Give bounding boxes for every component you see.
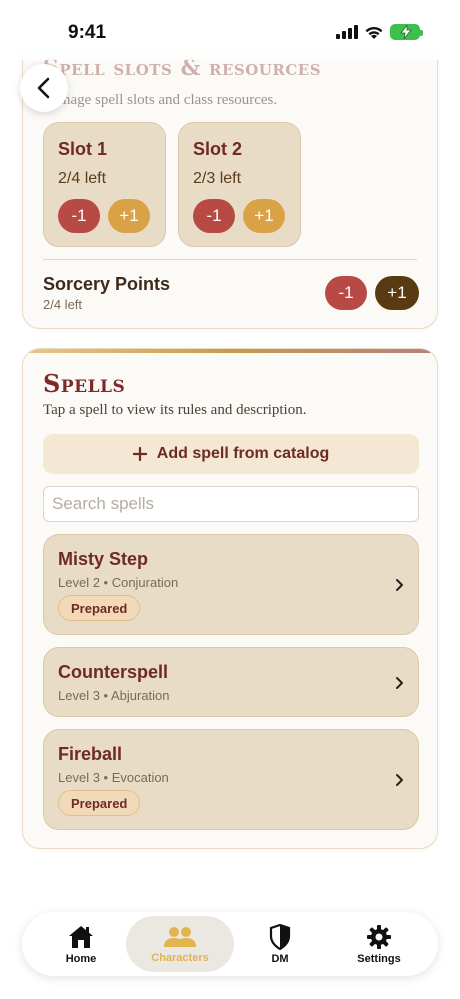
- slot-2-decrement-button[interactable]: -1: [193, 199, 235, 233]
- slot-name: Slot 2: [193, 139, 243, 159]
- battery-icon: [390, 24, 423, 40]
- slot-2-increment-button[interactable]: +1: [243, 199, 285, 233]
- slot-1-decrement-button[interactable]: -1: [58, 199, 100, 233]
- back-button[interactable]: [20, 64, 68, 112]
- resource-name: Sorcery Points: [43, 274, 171, 294]
- gear-icon: [367, 924, 391, 949]
- sorcery-points-increment-button[interactable]: +1: [375, 276, 419, 310]
- spell-item-fireball[interactable]: Fireball Level 3 • Evocation Prepared: [43, 729, 419, 830]
- spells-card: Spells Tap a spell to view its rules and…: [22, 348, 438, 849]
- slot-2-box: Slot 2 2/3 left -1 +1: [178, 122, 301, 247]
- spell-slots-card: Spell slots & resources Manage spell slo…: [22, 40, 438, 329]
- add-spell-label: Add spell from catalog: [156, 445, 330, 462]
- slot-remaining: 2/4 left: [58, 170, 107, 187]
- tab-characters[interactable]: Characters: [126, 916, 234, 972]
- spell-name: Fireball: [58, 744, 123, 764]
- slot-remaining: 2/3 left: [193, 170, 242, 187]
- search-spells-input[interactable]: [43, 486, 419, 522]
- home-icon: [69, 925, 93, 948]
- tab-label: Home: [65, 952, 97, 965]
- tab-bar: Home Characters DM Settings: [22, 912, 438, 976]
- spells-section-subtitle: Tap a spell to view its rules and descri…: [43, 402, 307, 418]
- sorcery-points-decrement-button[interactable]: -1: [325, 276, 367, 310]
- slots-section-subtitle: Manage spell slots and class resources.: [43, 92, 278, 108]
- prepared-badge: Prepared: [58, 790, 141, 816]
- spell-name: Misty Step: [58, 549, 149, 569]
- divider: [43, 259, 417, 260]
- spell-meta: Level 2 • Conjuration: [58, 575, 179, 590]
- chevron-right-icon: [396, 579, 403, 591]
- status-icons: [336, 24, 423, 40]
- spell-name: Counterspell: [58, 662, 169, 682]
- shield-icon: [269, 923, 291, 950]
- tab-settings[interactable]: Settings: [329, 916, 429, 972]
- tab-home[interactable]: Home: [31, 916, 131, 972]
- resource-remaining: 2/4 left: [43, 297, 83, 312]
- chevron-right-icon: [396, 774, 403, 786]
- spell-item-misty-step[interactable]: Misty Step Level 2 • Conjuration Prepare…: [43, 534, 419, 635]
- add-spell-button[interactable]: Add spell from catalog: [43, 434, 419, 474]
- spell-item-counterspell[interactable]: Counterspell Level 3 • Abjuration: [43, 647, 419, 717]
- tab-label: Settings: [357, 952, 401, 965]
- status-time: 9:41: [68, 22, 107, 43]
- slot-name: Slot 1: [58, 139, 108, 159]
- slot-1-increment-button[interactable]: +1: [108, 199, 150, 233]
- signal-icon: [336, 25, 358, 39]
- tab-dm[interactable]: DM: [230, 916, 330, 972]
- plus-icon: [132, 447, 147, 461]
- tab-label: Characters: [151, 951, 209, 964]
- tab-label: DM: [271, 952, 289, 965]
- spell-meta: Level 3 • Abjuration: [58, 688, 170, 703]
- chevron-left-icon: [37, 77, 50, 99]
- users-icon: [164, 926, 196, 947]
- wifi-icon: [365, 26, 383, 39]
- prepared-badge: Prepared: [58, 595, 141, 621]
- spells-section-title: Spells: [43, 369, 126, 398]
- status-bar: 9:41: [0, 0, 460, 60]
- spell-meta: Level 3 • Evocation: [58, 770, 169, 785]
- slot-1-box: Slot 1 2/4 left -1 +1: [43, 122, 166, 247]
- chevron-right-icon: [396, 677, 403, 689]
